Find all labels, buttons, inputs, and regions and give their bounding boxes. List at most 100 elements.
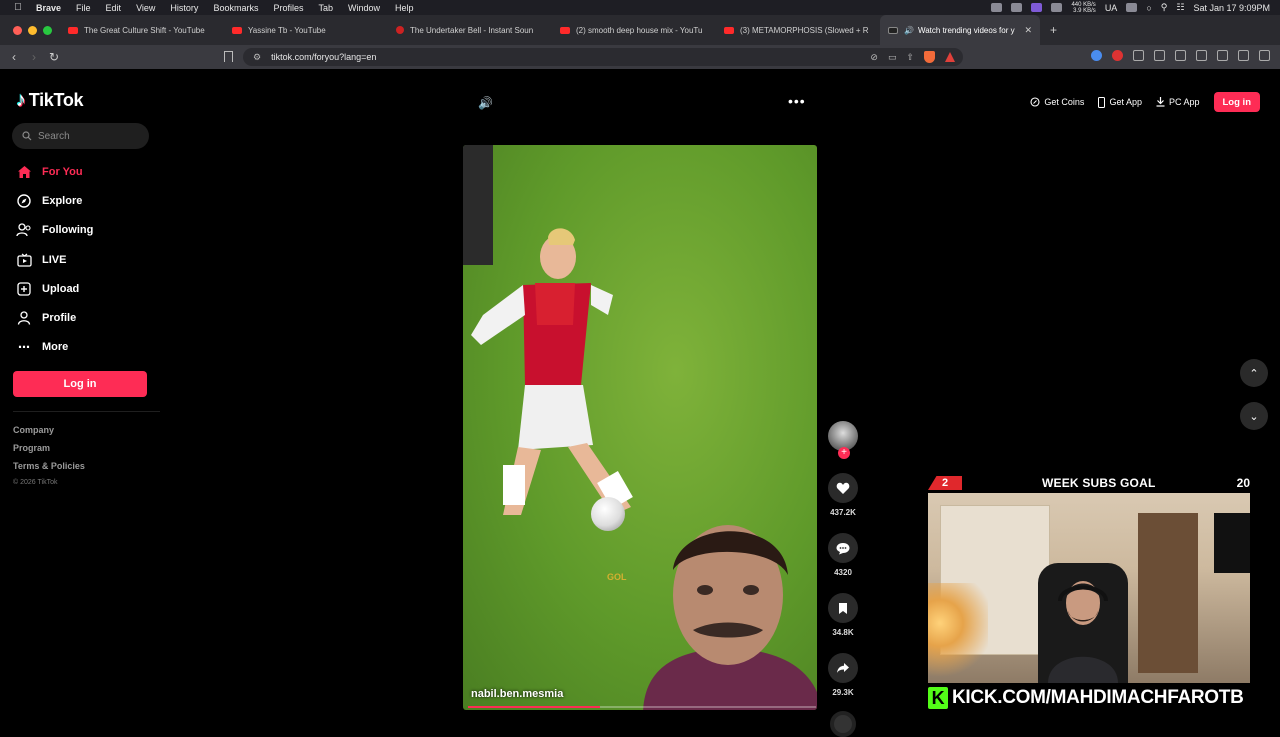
pc-app-button[interactable]: PC App bbox=[1156, 97, 1200, 107]
menu-profiles[interactable]: Profiles bbox=[273, 3, 303, 13]
nav-more[interactable]: ⋯ More bbox=[16, 333, 156, 362]
site-settings-icon[interactable]: ⚙ bbox=[253, 52, 261, 63]
nav-profile[interactable]: Profile bbox=[16, 303, 156, 332]
close-window-button[interactable] bbox=[13, 25, 22, 35]
brave-shields-icon[interactable] bbox=[924, 51, 935, 63]
video-player[interactable]: GOL nabil.ben.mesmia bbox=[463, 145, 817, 710]
tab-title: (3) METAMORPHOSIS (Slowed + R bbox=[740, 25, 869, 35]
upload-icon bbox=[16, 281, 32, 297]
tiktok-logo[interactable]: ♪ TikTok bbox=[16, 89, 84, 112]
status-icon[interactable] bbox=[1011, 3, 1023, 12]
record-icon[interactable] bbox=[1112, 50, 1123, 61]
back-button[interactable]: ‹ bbox=[4, 50, 24, 64]
close-tab-icon[interactable]: ✕ bbox=[1024, 25, 1032, 36]
nav-following[interactable]: Following bbox=[16, 216, 156, 245]
video-progress-bar[interactable] bbox=[468, 706, 816, 708]
menu-view[interactable]: View bbox=[136, 3, 155, 13]
address-bar[interactable]: ⚙ tiktok.com/foryou?lang=en ⊘ ▭ ⇧ bbox=[243, 48, 963, 66]
previous-video-button[interactable]: ⌃ bbox=[1240, 359, 1268, 387]
keyboard-layout[interactable]: UA bbox=[1105, 3, 1118, 13]
music-icon[interactable] bbox=[1154, 50, 1165, 61]
nav-live[interactable]: LIVE bbox=[16, 245, 156, 274]
datetime[interactable]: Sat Jan 17 9:09PM bbox=[1193, 3, 1270, 13]
net-up-value: 440 KB/s bbox=[1071, 1, 1096, 8]
header-login-button[interactable]: Log in bbox=[1213, 92, 1260, 112]
nav-label: More bbox=[42, 341, 69, 354]
save-button[interactable] bbox=[828, 593, 858, 623]
menu-file[interactable]: File bbox=[76, 3, 91, 13]
save-count: 34.8K bbox=[832, 628, 854, 637]
tab-title: (2) smooth deep house mix - YouTu bbox=[576, 25, 703, 35]
get-app-button[interactable]: Get App bbox=[1098, 96, 1142, 108]
nav-upload[interactable]: Upload bbox=[16, 274, 156, 303]
menu-history[interactable]: History bbox=[170, 3, 198, 13]
menu-bookmarks[interactable]: Bookmarks bbox=[213, 3, 258, 13]
battery-icon[interactable] bbox=[1126, 3, 1138, 12]
status-icon[interactable] bbox=[1051, 3, 1063, 12]
sound-icon bbox=[396, 26, 404, 34]
extension-icon[interactable] bbox=[1133, 50, 1144, 61]
cast-icon[interactable]: ▭ bbox=[888, 52, 897, 63]
share-icon[interactable]: ⇧ bbox=[906, 52, 914, 63]
menu-brave[interactable]: Brave bbox=[36, 3, 61, 13]
more-options-icon[interactable]: ••• bbox=[788, 93, 806, 109]
vpn-icon[interactable] bbox=[1238, 50, 1249, 61]
apple-menu-icon[interactable]:  bbox=[0, 2, 36, 13]
extension-icon[interactable] bbox=[1091, 50, 1102, 61]
search-input[interactable]: Search bbox=[12, 123, 149, 149]
nav-explore[interactable]: Explore bbox=[16, 186, 156, 215]
bookmark-icon[interactable] bbox=[224, 51, 233, 62]
volume-icon[interactable]: 🔊 bbox=[478, 96, 493, 110]
browser-tab-active[interactable]: 🔊 Watch trending videos for y ✕ bbox=[880, 15, 1040, 45]
new-tab-button[interactable]: + bbox=[1050, 23, 1057, 37]
control-center-icon[interactable]: ☷ bbox=[1176, 2, 1184, 13]
brave-rewards-icon[interactable] bbox=[945, 52, 955, 62]
menu-tab[interactable]: Tab bbox=[318, 3, 333, 13]
tab-title: The Great Culture Shift - YouTube bbox=[84, 25, 205, 35]
goal-current: 2 bbox=[928, 476, 962, 490]
share-button[interactable] bbox=[828, 653, 858, 683]
footer-links: Company Program Terms & Policies © 2026 … bbox=[13, 425, 85, 497]
creator-avatar[interactable]: + bbox=[828, 421, 858, 459]
follow-plus-icon[interactable]: + bbox=[838, 447, 850, 459]
menu-window[interactable]: Window bbox=[348, 3, 380, 13]
browser-tab[interactable]: (2) smooth deep house mix - YouTu bbox=[552, 15, 716, 45]
wifi-icon[interactable]: ○ bbox=[1146, 3, 1151, 13]
comment-button[interactable] bbox=[828, 533, 858, 563]
leo-ai-icon[interactable] bbox=[1217, 50, 1228, 61]
next-video-button[interactable]: ⌄ bbox=[1240, 402, 1268, 430]
status-icon[interactable] bbox=[1031, 3, 1043, 12]
following-icon bbox=[16, 222, 32, 238]
get-coins-button[interactable]: Get Coins bbox=[1030, 97, 1084, 107]
sidebar-icon[interactable] bbox=[1175, 50, 1186, 61]
sidebar-login-button[interactable]: Log in bbox=[13, 371, 147, 397]
status-icon[interactable] bbox=[991, 3, 1003, 12]
nav-for-you[interactable]: For You bbox=[16, 157, 156, 186]
speaker-icon[interactable]: 🔊 bbox=[904, 26, 914, 35]
minimize-window-button[interactable] bbox=[28, 25, 37, 35]
browser-tab[interactable]: (3) METAMORPHOSIS (Slowed + R bbox=[716, 15, 880, 45]
browser-tab[interactable]: The Great Culture Shift - YouTube bbox=[60, 15, 224, 45]
search-icon[interactable]: ⚲ bbox=[1161, 2, 1168, 13]
wallet-icon[interactable] bbox=[1196, 50, 1207, 61]
footer-link-program[interactable]: Program bbox=[13, 443, 85, 461]
like-count: 437.2K bbox=[830, 508, 856, 517]
footer-link-company[interactable]: Company bbox=[13, 425, 85, 443]
menu-icon[interactable] bbox=[1259, 50, 1270, 61]
menu-help[interactable]: Help bbox=[395, 3, 414, 13]
url-text[interactable]: tiktok.com/foryou?lang=en bbox=[271, 52, 376, 62]
menu-edit[interactable]: Edit bbox=[106, 3, 122, 13]
nav-label: Following bbox=[42, 224, 94, 237]
music-disc-icon[interactable] bbox=[830, 711, 856, 737]
reload-button[interactable]: ↻ bbox=[44, 50, 64, 64]
forward-button[interactable]: › bbox=[24, 50, 44, 64]
network-speed: 440 KB/s 3.9 KB/s bbox=[1071, 2, 1095, 14]
footer-link-terms[interactable]: Terms & Policies bbox=[13, 461, 85, 479]
extensions-area bbox=[1091, 50, 1270, 61]
browser-tab[interactable]: Yassine Tb - YouTube bbox=[224, 15, 388, 45]
mute-icon[interactable]: ⊘ bbox=[870, 52, 878, 63]
zoom-window-button[interactable] bbox=[43, 25, 52, 35]
video-author[interactable]: nabil.ben.mesmia bbox=[471, 688, 563, 700]
like-button[interactable] bbox=[828, 473, 858, 503]
browser-tab[interactable]: The Undertaker Bell - Instant Soun bbox=[388, 15, 552, 45]
